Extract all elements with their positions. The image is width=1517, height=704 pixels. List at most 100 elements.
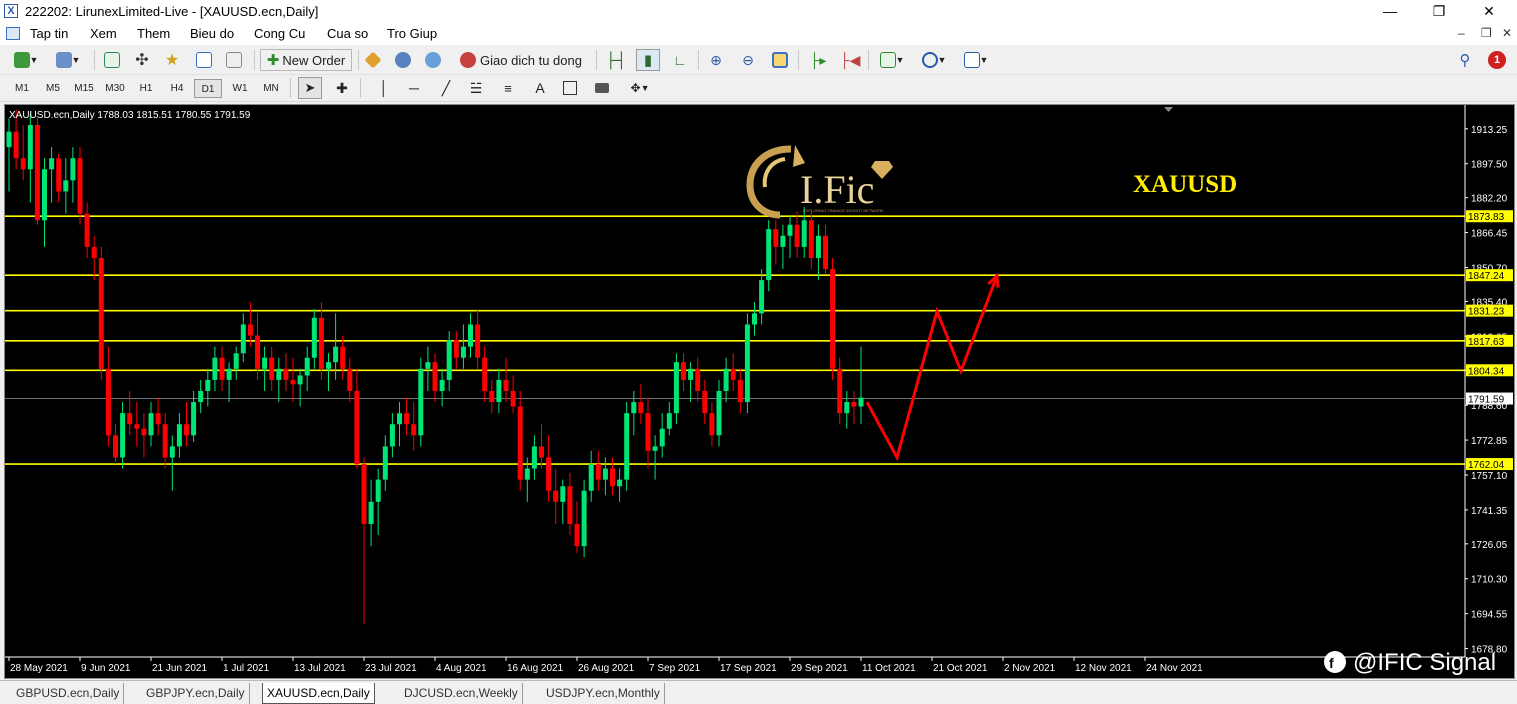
arrows-tool[interactable]: ✥ ▼ [622,77,658,99]
fibonacci-tool[interactable]: ≡ [496,77,520,99]
templates-button[interactable]: ▼ [958,49,994,71]
zoom-in-button[interactable]: ⊕ [704,49,728,71]
level-price-label: 1873.83 [1468,212,1505,223]
menu-help[interactable]: Tro Giup [387,26,437,41]
candle-body [389,424,395,447]
candle-body [638,402,644,414]
candle-body [318,317,324,369]
market-button[interactable] [422,49,444,71]
mdi-minimize-icon[interactable]: – [1458,26,1465,40]
chart-window[interactable]: 1913.25 1897.50 1882.20 1866.45 1850.70 1835.… [4,104,1515,679]
chart-shift-marker [1164,107,1173,112]
candle-body [219,357,225,380]
forecast-arrow[interactable] [865,275,999,462]
menu-tools[interactable]: Cong Cu [254,26,305,41]
candle-body [191,402,197,436]
menu-insert[interactable]: Them [137,26,170,41]
vertical-line-tool[interactable]: │ [372,77,396,99]
candle-body [20,158,26,170]
cursor-tool[interactable]: ➤ [298,77,322,99]
candle-body [134,424,140,429]
new-chart-button[interactable]: ▼ [8,49,44,71]
candle-body [475,324,481,358]
maximize-button[interactable]: ❐ [1416,0,1462,23]
data-window-button[interactable]: ✣ [130,49,154,71]
horizontal-line-tool[interactable]: ─ [402,77,426,99]
tab-djcusd[interactable]: DJCUSD.ecn,Weekly [400,683,523,704]
candle-body [297,375,303,385]
candle-body [347,368,353,391]
candle-body [290,379,296,385]
notifications-button[interactable]: 1 [1484,49,1510,71]
timeframe-h1[interactable]: H1 [132,79,160,98]
price-tick-label: 1913.25 [1471,125,1508,136]
bar-chart-button[interactable]: ├┤ [604,49,628,71]
timeframe-mn[interactable]: MN [257,79,285,98]
price-chart[interactable]: 1913.251897.501882.201866.451850.701835.… [5,105,1514,678]
chart-shift-button[interactable]: ├◀ [838,49,862,71]
auto-trading-button[interactable]: Giao dich tu dong [452,49,590,71]
candlestick-chart-button[interactable]: ▮ [636,49,660,71]
close-button[interactable]: ✕ [1466,0,1512,23]
strategy-tester-button[interactable] [222,49,246,71]
timeframe-d1[interactable]: D1 [194,79,222,98]
tile-windows-button[interactable] [768,49,792,71]
tab-gbpjpy[interactable]: GBPJPY.ecn,Daily [142,683,250,704]
menu-file[interactable]: Tap tin [30,26,68,41]
minimize-button[interactable]: — [1367,0,1413,23]
profiles-button[interactable]: ▼ [50,49,86,71]
indicators-button[interactable]: ▼ [874,49,910,71]
watermark-text: @IFIC Signal [1353,649,1496,676]
signals-button[interactable] [392,49,414,71]
candle-body [581,490,587,547]
timeframe-m1[interactable]: M1 [8,79,36,98]
timeframe-m5[interactable]: M5 [39,79,67,98]
text-label-tool[interactable] [558,77,582,99]
menu-charts[interactable]: Bieu do [190,26,234,41]
candlestick-icon: ▮ [643,52,653,69]
candle-body [773,229,779,247]
navigator-button[interactable]: ★ [160,49,184,71]
time-tick-label: 28 May 2021 [10,663,68,674]
periods-button[interactable]: ▼ [916,49,952,71]
time-tick-label: 4 Aug 2021 [436,663,487,674]
editor-icon [364,51,382,69]
candle-body [539,446,544,458]
candle-body [283,368,289,380]
timeframe-m15[interactable]: M15 [70,79,98,98]
timeframe-w1[interactable]: W1 [226,79,254,98]
tab-gbpusd[interactable]: GBPUSD.ecn,Daily [12,683,125,704]
profiles-icon [55,52,72,68]
tab-xauusd[interactable]: XAUUSD.ecn,Daily [262,683,375,704]
market-watch-button[interactable] [100,49,124,71]
timeframe-h4[interactable]: H4 [163,79,191,98]
text-tool[interactable]: A [528,77,552,99]
arrow-label-tool[interactable] [590,77,614,99]
chart-header: XAUUSD.ecn,Daily 1788.03 1815.51 1780.55… [9,110,251,121]
level-price-label: 1847.24 [1468,271,1505,282]
line-chart-button[interactable]: ∟ [668,49,692,71]
candle-body [482,357,488,391]
mdi-restore-icon[interactable]: ❐ [1481,26,1492,40]
terminal-button[interactable] [192,49,216,71]
crosshair-tool[interactable]: ✚ [330,77,354,99]
bar-chart-icon: ├┤ [605,51,627,69]
bid-price-label: 1791.59 [1468,395,1505,406]
mdi-close-icon[interactable]: ✕ [1502,26,1512,40]
menu-view[interactable]: Xem [90,26,117,41]
zoom-out-button[interactable]: ⊖ [736,49,760,71]
level-price-label: 1831.23 [1468,307,1505,318]
equidistant-channel-tool[interactable]: ☱ [464,77,488,99]
meta-editor-button[interactable] [362,49,384,71]
tab-usdjpy[interactable]: USDJPY.ecn,Monthly [542,683,665,704]
trendline-tool[interactable]: ╱ [434,77,458,99]
time-tick-label: 11 Oct 2021 [862,663,916,674]
new-order-button[interactable]: ✚ New Order [260,49,352,71]
timeframe-m30[interactable]: M30 [101,79,129,98]
auto-trading-icon [460,52,477,68]
candle-body [198,390,204,403]
autoscroll-button[interactable]: ├▸ [806,49,830,71]
search-button[interactable]: ⚲ [1454,49,1476,71]
menu-window[interactable]: Cua so [327,26,368,41]
chart-tabs: GBPUSD.ecn,Daily GBPJPY.ecn,Daily XAUUSD… [0,680,1517,704]
